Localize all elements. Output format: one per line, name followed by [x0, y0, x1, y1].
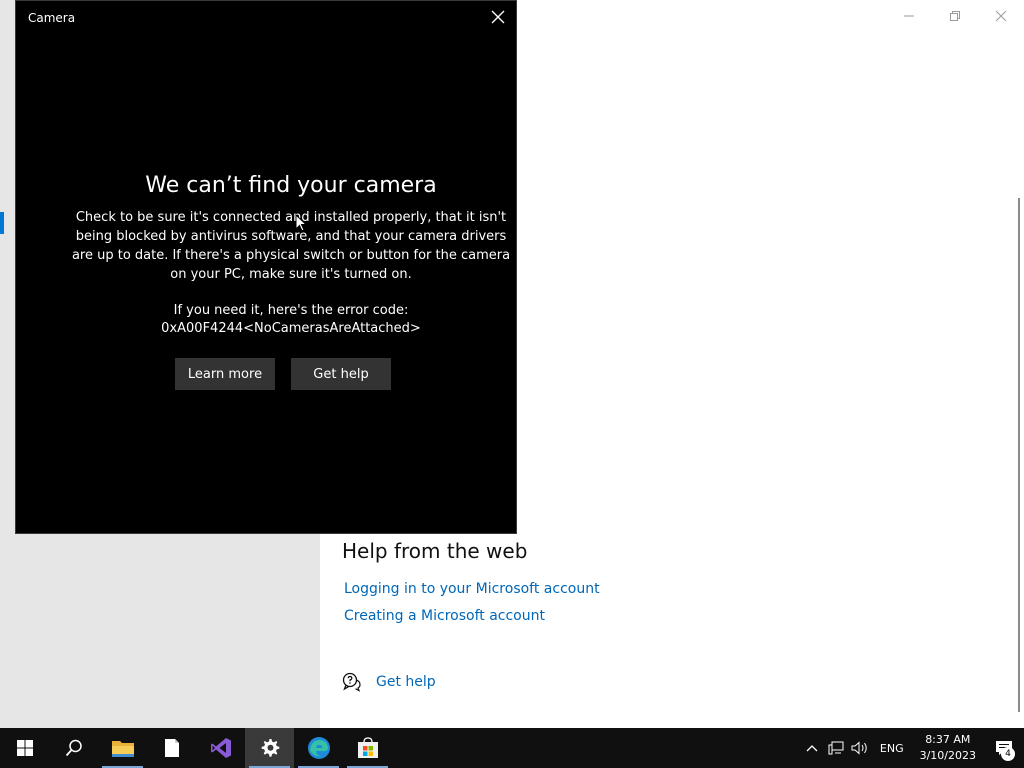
notification-count-badge: 4	[1001, 747, 1015, 761]
restore-icon	[950, 11, 960, 21]
windows-start-icon	[16, 740, 33, 756]
camera-titlebar[interactable]: Camera	[16, 1, 516, 35]
chat-help-icon	[342, 672, 361, 692]
notepad-icon	[164, 739, 179, 757]
system-tray: ENG 8:37 AM 3/10/2023 4	[800, 728, 1024, 768]
camera-error-heading: We can’t find your camera	[145, 173, 437, 198]
visual-studio-button[interactable]	[196, 728, 245, 768]
network-icon	[828, 741, 844, 755]
visual-studio-icon	[210, 738, 231, 758]
help-from-web-heading: Help from the web	[342, 539, 528, 563]
notepad-button[interactable]	[147, 728, 196, 768]
camera-error-description: Check to be sure it's connected and inst…	[71, 210, 511, 282]
file-explorer-button[interactable]	[98, 728, 147, 768]
chevron-up-icon	[806, 745, 818, 752]
window-controls	[886, 0, 1024, 32]
link-logging-in[interactable]: Logging in to your Microsoft account	[344, 581, 600, 597]
edge-icon	[307, 737, 330, 759]
store-icon	[357, 737, 378, 758]
minimize-button[interactable]	[886, 0, 932, 32]
close-button[interactable]	[978, 0, 1024, 32]
camera-button-row: Learn more Get help	[175, 358, 391, 390]
get-help-button[interactable]: Get help	[291, 358, 391, 390]
volume-icon	[851, 741, 867, 755]
search-button[interactable]	[49, 728, 98, 768]
settings-button[interactable]	[245, 728, 294, 768]
action-center-button[interactable]: 4	[984, 728, 1024, 768]
edge-button[interactable]	[294, 728, 343, 768]
show-hidden-icons-button[interactable]	[800, 728, 824, 768]
mouse-cursor-icon	[295, 214, 307, 232]
taskbar: ENG 8:37 AM 3/10/2023 4	[0, 728, 1024, 768]
store-button[interactable]	[343, 728, 392, 768]
camera-error-panel: We can’t find your camera Check to be su…	[16, 173, 516, 338]
camera-window: Camera We can’t find your camera Check t…	[15, 0, 517, 534]
minimize-icon	[904, 15, 914, 17]
network-button[interactable]	[824, 728, 848, 768]
get-help-link[interactable]: Get help	[342, 672, 436, 692]
close-icon	[995, 10, 1007, 22]
close-icon	[491, 10, 505, 24]
input-language[interactable]: ENG	[872, 742, 912, 755]
error-code-value: 0xA00F4244<NoCamerasAreAttached>	[161, 321, 421, 336]
clock[interactable]: 8:37 AM 3/10/2023	[912, 732, 984, 764]
volume-button[interactable]	[848, 728, 872, 768]
camera-title: Camera	[28, 11, 76, 25]
learn-more-button[interactable]: Learn more	[175, 358, 275, 390]
scrollbar[interactable]	[1018, 198, 1020, 712]
restore-button[interactable]	[932, 0, 978, 32]
clock-date: 3/10/2023	[919, 749, 976, 762]
error-code-label: If you need it, here's the error code:	[173, 303, 409, 318]
search-icon	[65, 739, 82, 757]
camera-close-button[interactable]	[490, 9, 506, 25]
sidebar-selection-indicator	[0, 212, 4, 234]
start-button[interactable]	[0, 728, 49, 768]
clock-time: 8:37 AM	[925, 733, 971, 746]
get-help-label: Get help	[376, 674, 436, 690]
link-creating-account[interactable]: Creating a Microsoft account	[344, 608, 545, 624]
file-explorer-icon	[111, 741, 134, 757]
settings-gear-icon	[261, 739, 279, 757]
